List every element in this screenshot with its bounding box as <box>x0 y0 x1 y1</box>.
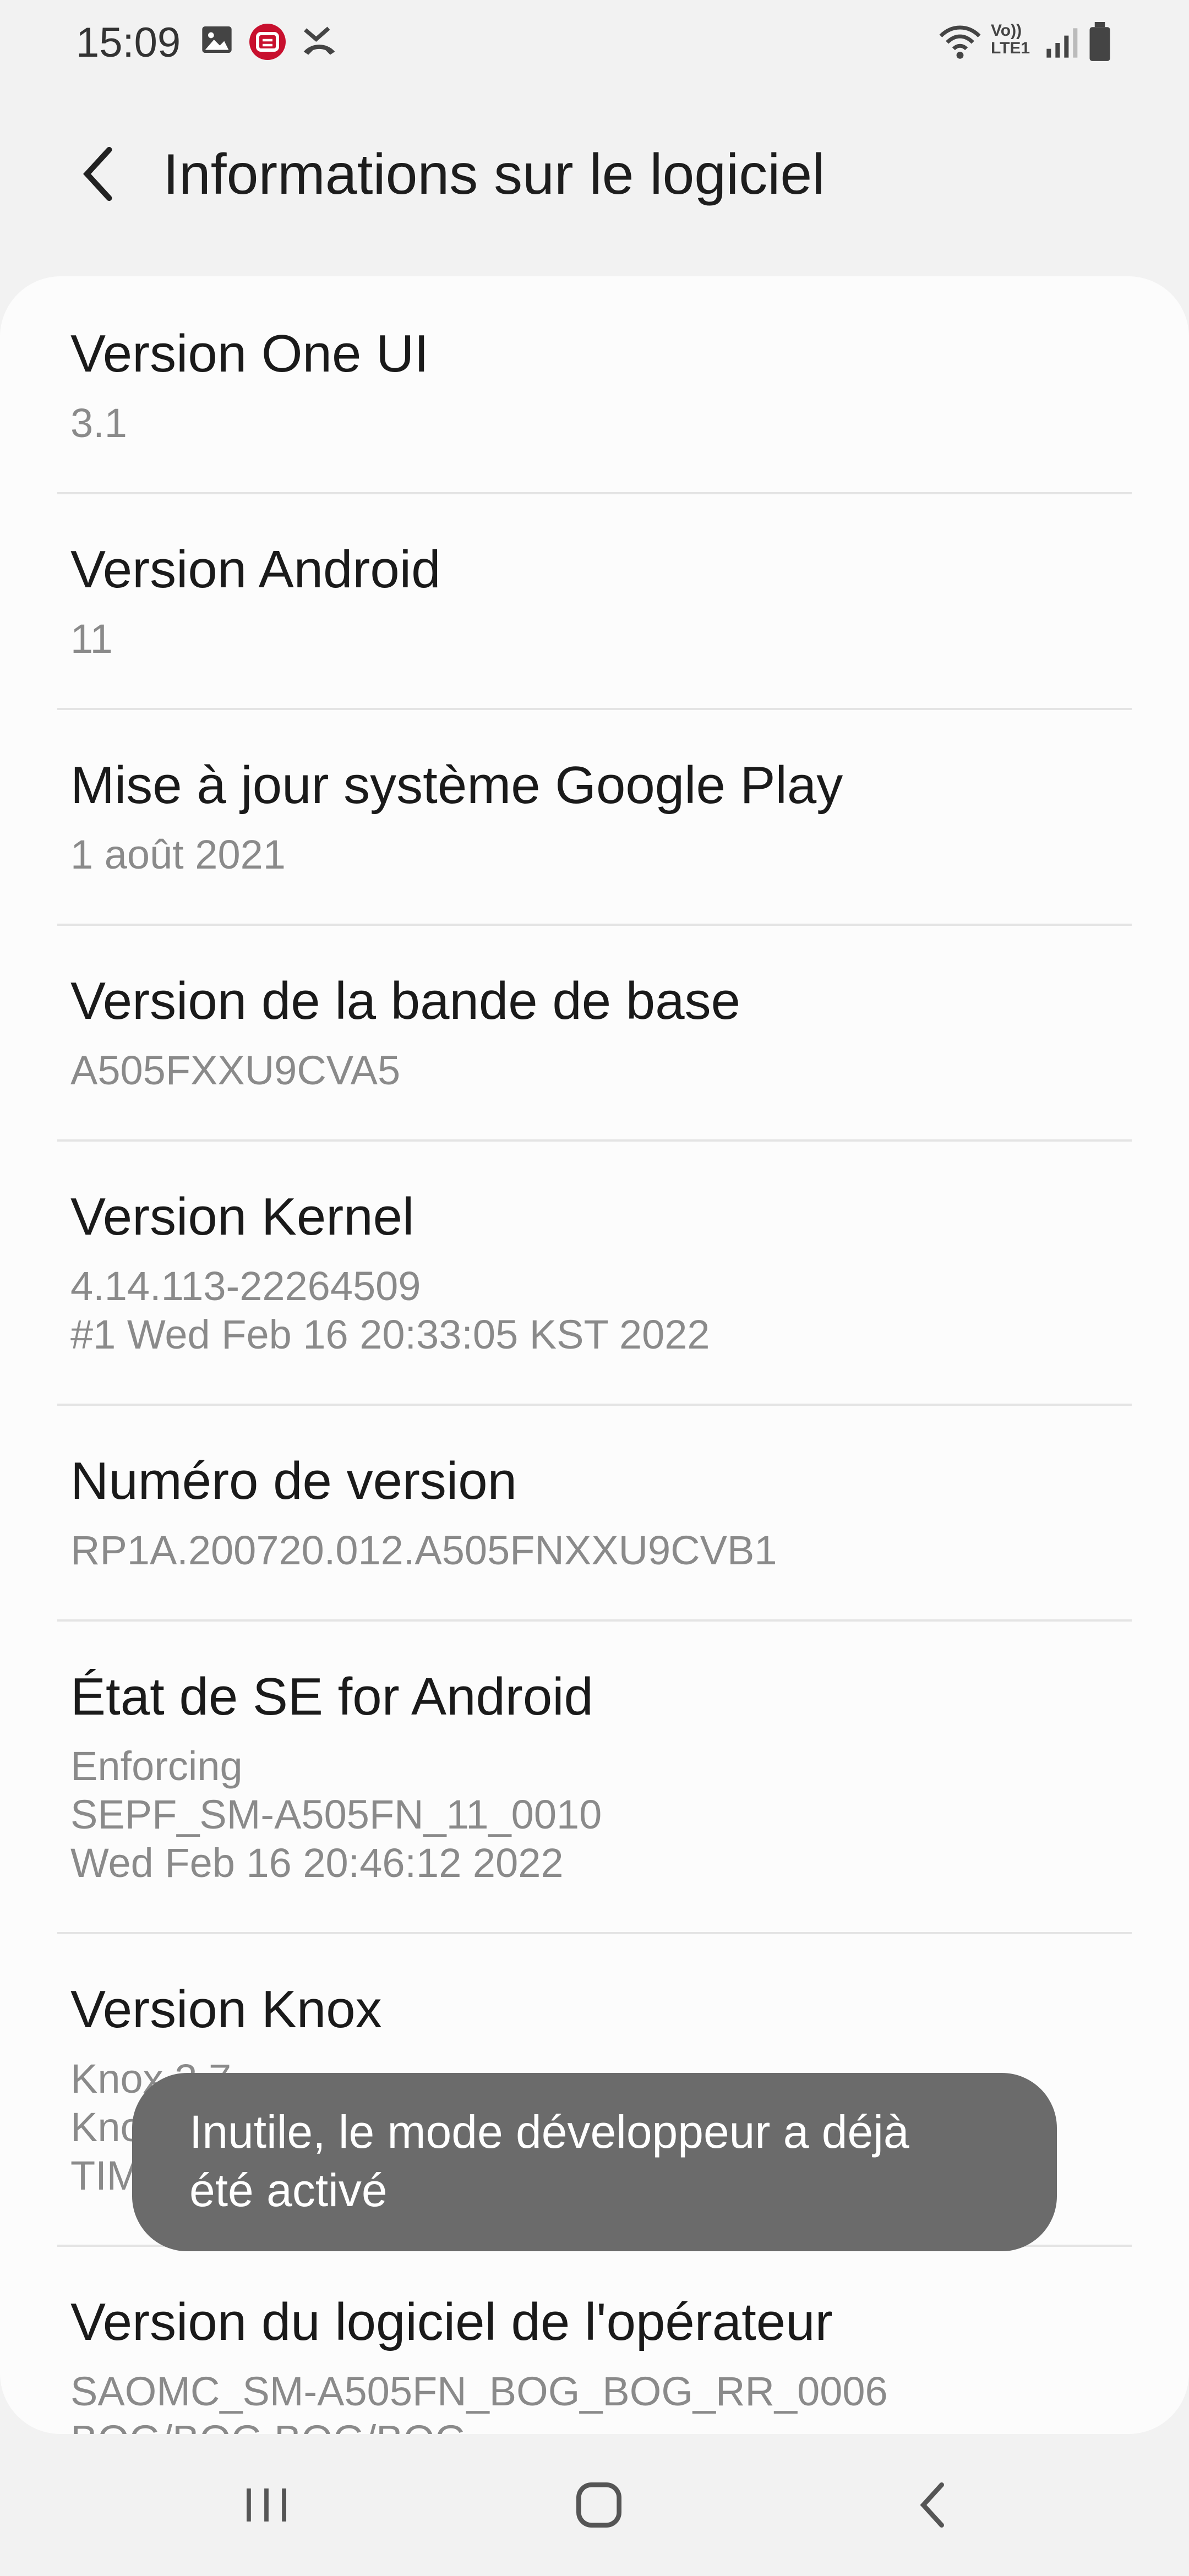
toast-line: été activé <box>189 2164 388 2216</box>
list-item-build-number[interactable]: Numéro de version RP1A.200720.012.A505FN… <box>0 1404 1189 1619</box>
item-value: RP1A.200720.012.A505FNXXU9CVB1 <box>70 1527 777 1573</box>
item-title: Numéro de version <box>70 1451 517 1510</box>
item-value: BOG/BOG,BOG/BOG <box>70 2416 467 2434</box>
status-time: 15:09 <box>76 19 181 66</box>
item-value: SEPF_SM-A505FN_11_0010 <box>70 1792 602 1837</box>
home-button[interactable] <box>544 2469 654 2541</box>
item-title: Version One UI <box>70 324 429 383</box>
list-item-google-play-update[interactable]: Mise à jour système Google Play 1 août 2… <box>0 708 1189 924</box>
item-value: A505FXXU9CVA5 <box>70 1047 401 1093</box>
item-title: Version Android <box>70 540 441 599</box>
recent-apps-icon <box>247 2488 286 2522</box>
item-title: Version Kernel <box>70 1187 414 1246</box>
item-value: 11 <box>70 616 113 662</box>
app-header: Informations sur le logiciel <box>0 121 1189 231</box>
app-notification-icon <box>248 22 287 64</box>
gallery-icon <box>199 22 234 60</box>
toast-line: Inutile, le mode développeur a déjà <box>189 2106 909 2158</box>
page-title: Informations sur le logiciel <box>163 143 825 206</box>
back-button[interactable] <box>66 141 132 207</box>
item-value: 1 août 2021 <box>70 832 286 877</box>
item-value: SAOMC_SM-A505FN_BOG_BOG_RR_0006 <box>70 2368 888 2414</box>
status-bar: 15:09 Vo)) LTE1 <box>0 0 1189 88</box>
navigation-bar <box>0 2434 1189 2576</box>
item-value: #1 Wed Feb 16 20:33:05 KST 2022 <box>70 1312 710 1357</box>
missed-call-icon <box>301 22 338 62</box>
item-title: Version du logiciel de l'opérateur <box>70 2293 833 2351</box>
wifi-icon <box>937 23 983 64</box>
item-value: Enforcing <box>70 1743 243 1789</box>
back-icon <box>920 2482 944 2528</box>
recent-apps-button[interactable] <box>211 2469 321 2541</box>
item-title: Version de la bande de base <box>70 972 740 1030</box>
volte-label: Vo)) LTE1 <box>991 21 1030 57</box>
list-item-kernel-version[interactable]: Version Kernel 4.14.113-22264509 #1 Wed … <box>0 1139 1189 1404</box>
list-item-baseband-version[interactable]: Version de la bande de base A505FXXU9CVA… <box>0 924 1189 1139</box>
list-item-se-android-status[interactable]: État de SE for Android Enforcing SEPF_SM… <box>0 1619 1189 1932</box>
item-value: 4.14.113-22264509 <box>70 1263 421 1309</box>
volte-lte-icon: Vo)) LTE1 <box>991 22 1041 57</box>
home-icon <box>576 2482 621 2528</box>
nav-back-button[interactable] <box>877 2469 988 2541</box>
toast-message: Inutile, le mode développeur a déjà été … <box>132 2073 1057 2251</box>
item-title: Mise à jour système Google Play <box>70 756 843 815</box>
item-title: État de SE for Android <box>70 1667 593 1726</box>
item-title: Version Knox <box>70 1980 382 2039</box>
list-item-one-ui-version[interactable]: Version One UI 3.1 <box>0 276 1189 492</box>
item-value: 3.1 <box>70 400 127 446</box>
list-item-android-version[interactable]: Version Android 11 <box>0 492 1189 708</box>
list-item-carrier-software-version[interactable]: Version du logiciel de l'opérateur SAOMC… <box>0 2245 1189 2434</box>
chevron-left-icon <box>83 146 112 201</box>
item-value: Wed Feb 16 20:46:12 2022 <box>70 1840 564 1886</box>
battery-icon <box>1087 22 1113 66</box>
signal-icon <box>1044 25 1079 63</box>
